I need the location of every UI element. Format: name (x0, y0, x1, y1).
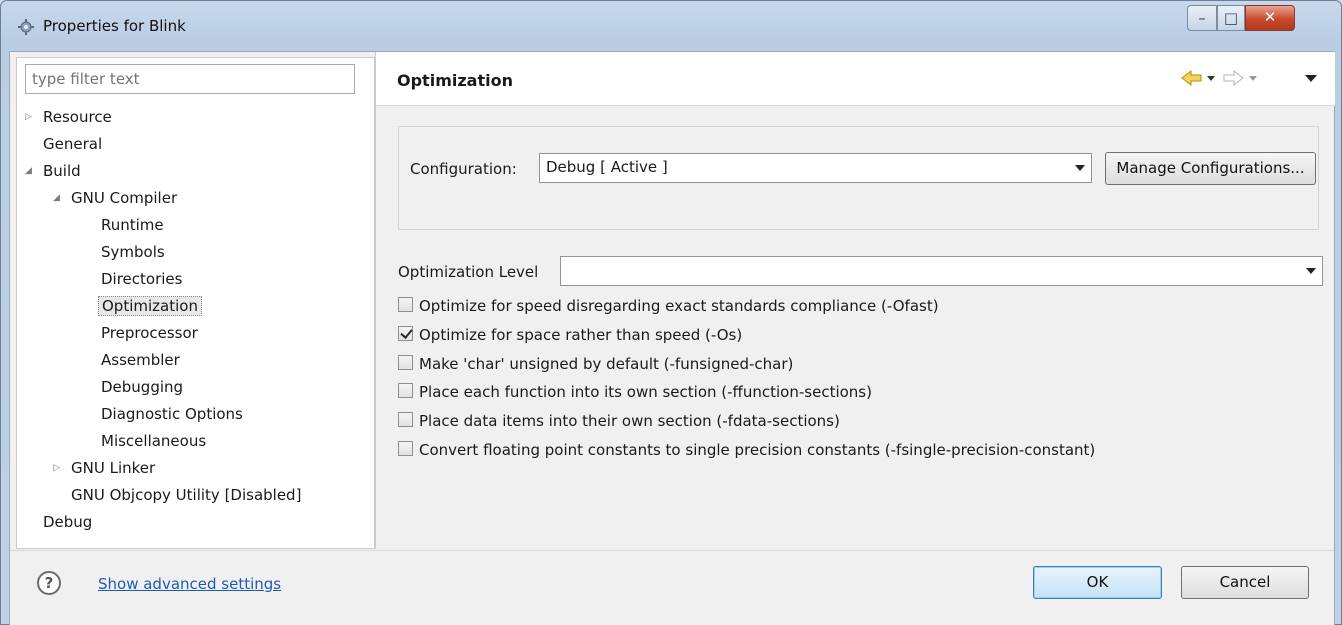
checkbox[interactable] (398, 297, 413, 312)
option-label: Optimize for space rather than speed (-O… (419, 326, 743, 344)
tree-item-label: Directories (101, 270, 183, 288)
tree-item-label: GNU Compiler (71, 189, 178, 207)
tree-item-build[interactable]: ◢ Build (25, 158, 81, 184)
gear-icon (18, 19, 34, 35)
tree-item-runtime[interactable]: Runtime (101, 212, 164, 238)
tree-item-label: Runtime (101, 216, 164, 234)
tree-item-miscellaneous[interactable]: Miscellaneous (101, 428, 206, 454)
tree-item-debug[interactable]: Debug (43, 509, 92, 535)
back-arrow-icon (1181, 69, 1215, 87)
checkbox[interactable] (398, 383, 413, 398)
manage-configurations-button[interactable]: Manage Configurations... (1105, 152, 1316, 185)
tree-item-assembler[interactable]: Assembler (101, 347, 180, 373)
configuration-group: Configuration: Debug [ Active ] Manage C… (398, 126, 1319, 230)
tree-item-optimization[interactable]: Optimization (98, 293, 202, 319)
tree-item-label: Symbols (101, 243, 165, 261)
page-title: Optimization (397, 71, 513, 90)
option-label: Optimize for speed disregarding exact st… (419, 297, 939, 315)
tree-item-label: General (43, 135, 103, 153)
tree-item-label: Debug (43, 513, 93, 531)
properties-window: Properties for Blink – □ ✕ ▷ Resource Ge… (0, 0, 1342, 625)
forward-button[interactable] (1222, 68, 1260, 88)
ok-button[interactable]: OK (1033, 566, 1162, 599)
configuration-label: Configuration: (410, 160, 517, 178)
collapse-arrow-icon[interactable]: ◢ (53, 185, 60, 211)
cancel-button[interactable]: Cancel (1181, 566, 1309, 599)
checkbox[interactable] (398, 355, 413, 370)
tree-item-label: Resource (43, 108, 112, 126)
content-pane: Optimization Configuration: Debug [Acti… (376, 52, 1335, 549)
expand-arrow-icon[interactable]: ▷ (53, 455, 60, 481)
view-menu-button[interactable] (1304, 68, 1318, 88)
tree-item-label: Miscellaneous (101, 432, 207, 450)
option-ofast[interactable]: Optimize for speed disregarding exact st… (398, 295, 939, 317)
option-label: Convert floating point constants to sing… (419, 441, 1096, 459)
minimize-icon: – (1198, 9, 1206, 27)
expand-arrow-icon[interactable]: ▷ (25, 104, 32, 130)
checkbox-checked[interactable] (398, 326, 413, 341)
tree-item-label: GNU Linker (71, 459, 156, 477)
tree-item-label: Debugging (101, 378, 184, 396)
title-bar: Properties for Blink – □ ✕ (1, 1, 1341, 51)
optimization-level-label: Optimization Level (398, 263, 539, 281)
option-single-precision[interactable]: Convert floating point constants to sing… (398, 439, 1095, 461)
dialog-footer: ? Show advanced settings OK Cancel (10, 550, 1334, 625)
tree-item-preprocessor[interactable]: Preprocessor (101, 320, 198, 346)
tree-item-gnu-compiler[interactable]: ◢ GNU Compiler (53, 185, 177, 211)
checkbox[interactable] (398, 441, 413, 456)
window-title: Properties for Blink (43, 17, 186, 35)
tree-item-label: Assembler (101, 351, 180, 369)
option-function-sections[interactable]: Place each function into its own section… (398, 381, 872, 403)
page-header: Optimization (376, 52, 1335, 106)
help-icon[interactable]: ? (37, 571, 61, 595)
tree-item-debugging[interactable]: Debugging (101, 374, 183, 400)
tree-item-label: Build (43, 162, 81, 180)
option-data-sections[interactable]: Place data items into their own section … (398, 410, 840, 432)
tree-item-resource[interactable]: ▷ Resource (25, 104, 112, 130)
maximize-button[interactable]: □ (1217, 5, 1245, 31)
chevron-down-icon (1305, 75, 1317, 82)
option-label: Make 'char' unsigned by default (-funsig… (419, 355, 794, 373)
configuration-select[interactable]: Debug [ Active ] (539, 153, 1092, 183)
close-button[interactable]: ✕ (1245, 5, 1295, 31)
tree-item-label: Diagnostic Options (101, 405, 243, 423)
optimization-level-select[interactable] (560, 256, 1323, 286)
back-button[interactable] (1180, 68, 1216, 88)
filter-input[interactable] (25, 64, 355, 94)
tree-item-symbols[interactable]: Symbols (101, 239, 165, 265)
configuration-value: Debug [ Active ] (546, 158, 668, 176)
tree-item-gnu-objcopy[interactable]: GNU Objcopy Utility [Disabled] (71, 482, 301, 508)
tree-item-diagnostic-options[interactable]: Diagnostic Options (101, 401, 243, 427)
show-advanced-settings-link[interactable]: Show advanced settings (98, 575, 281, 593)
tree-item-gnu-linker[interactable]: ▷ GNU Linker (53, 455, 155, 481)
chevron-down-icon (1075, 165, 1085, 171)
tree-item-general[interactable]: General (43, 131, 102, 157)
option-unsigned-char[interactable]: Make 'char' unsigned by default (-funsig… (398, 353, 793, 375)
option-os[interactable]: Optimize for space rather than speed (-O… (398, 324, 742, 346)
collapse-arrow-icon[interactable]: ◢ (25, 158, 32, 184)
option-label: Place data items into their own section … (419, 412, 840, 430)
dialog-client: ▷ Resource General ◢ Build ◢ GNU Compile… (9, 51, 1335, 625)
tree-item-label: Optimization (98, 296, 202, 316)
tree-item-label: GNU Objcopy Utility [Disabled] (71, 486, 302, 504)
maximize-icon: □ (1223, 9, 1239, 27)
navigation-pane: ▷ Resource General ◢ Build ◢ GNU Compile… (16, 57, 375, 549)
checkbox[interactable] (398, 412, 413, 427)
forward-arrow-icon (1223, 69, 1257, 87)
tree-item-label: Preprocessor (101, 324, 198, 342)
minimize-button[interactable]: – (1187, 5, 1217, 31)
chevron-down-icon (1306, 268, 1316, 274)
close-icon: ✕ (1263, 8, 1277, 26)
option-label: Place each function into its own section… (419, 383, 872, 401)
tree-item-directories[interactable]: Directories (101, 266, 182, 292)
